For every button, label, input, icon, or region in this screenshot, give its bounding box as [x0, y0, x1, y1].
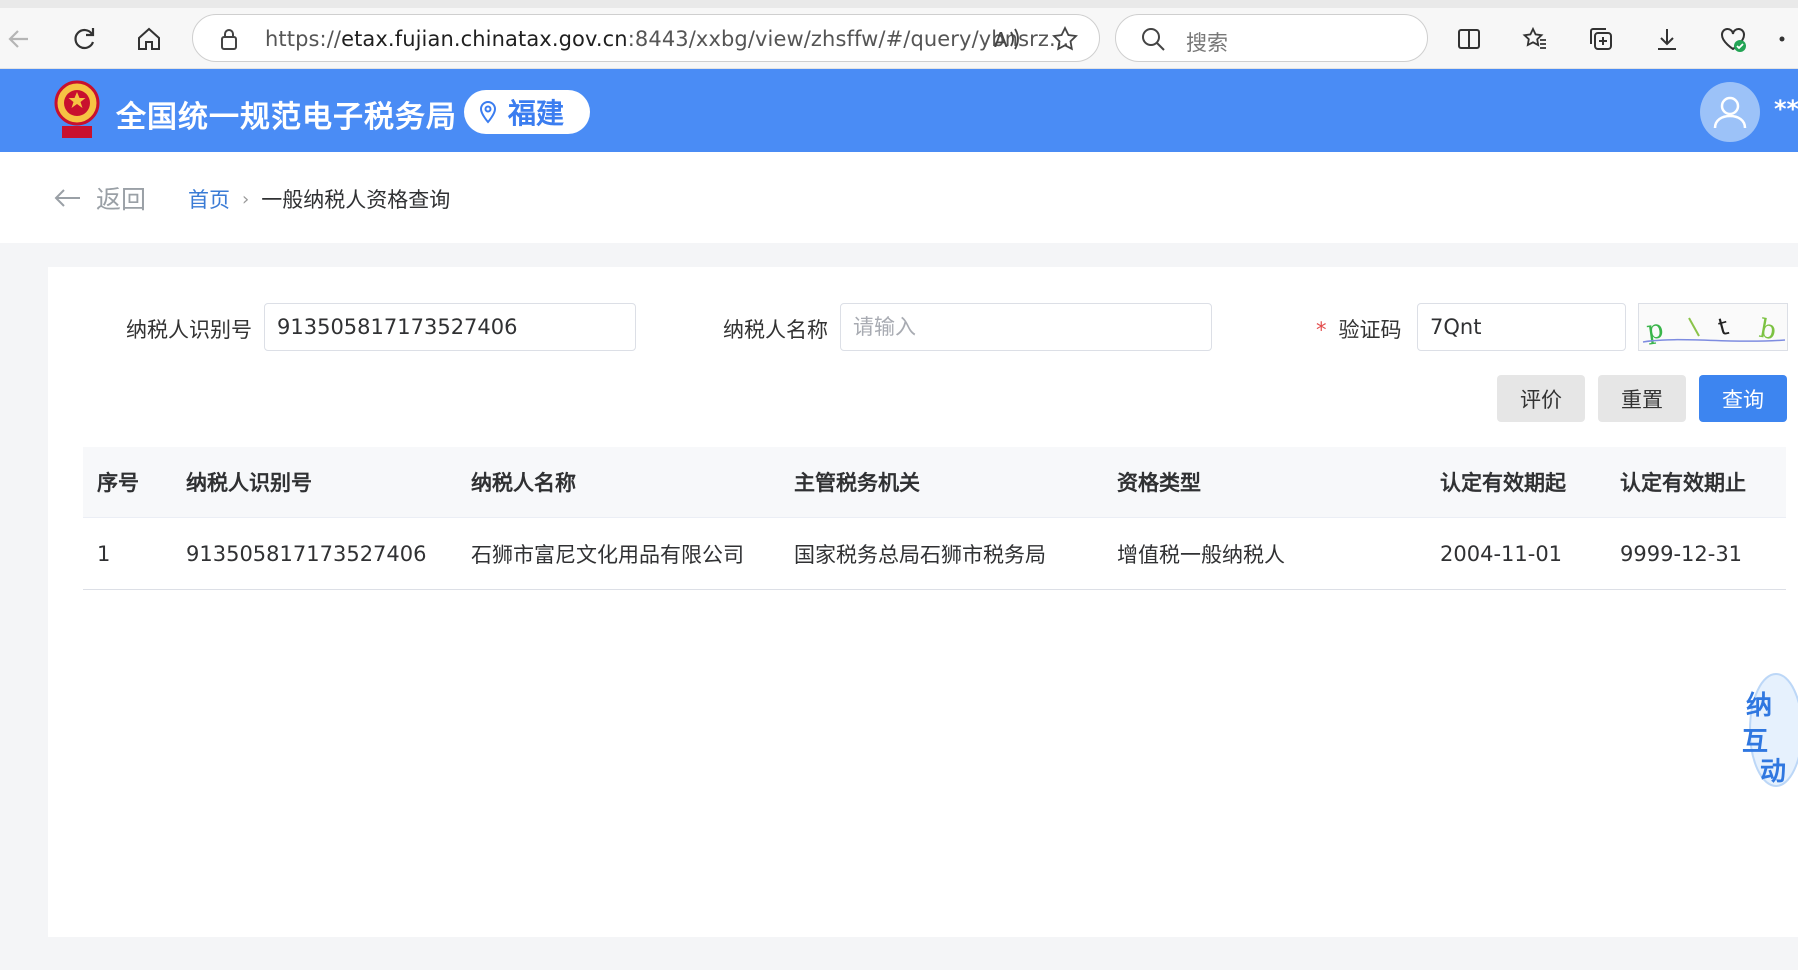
svg-text:纳: 纳	[1746, 690, 1772, 721]
location-pin-icon	[479, 100, 497, 124]
query-panel	[48, 267, 1798, 937]
tax-emblem-logo	[52, 78, 102, 142]
home-icon[interactable]	[132, 22, 166, 56]
favorite-star-icon[interactable]	[1051, 25, 1079, 57]
back-arrow-icon[interactable]	[2, 22, 36, 56]
col-header-taxpayer-name: 纳税人名称	[471, 471, 576, 495]
search-placeholder: 搜索	[1186, 31, 1228, 55]
user-icon	[1713, 96, 1747, 129]
site-title: 全国统一规范电子税务局	[116, 100, 457, 135]
back-label: 返回	[96, 185, 147, 214]
cell-valid-to: 9999-12-31	[1620, 541, 1743, 566]
tax-interaction-widget[interactable]: 纳 互 动	[1738, 668, 1798, 788]
collections-icon[interactable]	[1584, 22, 1618, 56]
user-name[interactable]: **	[1774, 95, 1798, 123]
svg-text:t: t	[1715, 312, 1731, 341]
col-header-index: 序号	[97, 471, 139, 495]
svg-text:动: 动	[1760, 757, 1786, 787]
breadcrumb-current: 一般纳税人资格查询	[261, 188, 451, 212]
cell-tax-authority: 国家税务总局石狮市税务局	[794, 542, 1046, 567]
table-row: 1 913505817173527406 石狮市富尼文化用品有限公司 国家税务总…	[83, 518, 1786, 590]
evaluate-button[interactable]: 评价	[1497, 375, 1585, 422]
search-icon	[1140, 26, 1166, 56]
breadcrumb: 首页 › 一般纳税人资格查询	[188, 184, 450, 214]
captcha-input[interactable]	[1417, 303, 1626, 351]
reset-button[interactable]: 重置	[1598, 375, 1686, 422]
lock-icon[interactable]	[219, 27, 239, 55]
taxpayer-id-input[interactable]	[264, 303, 636, 351]
back-button[interactable]: 返回	[52, 180, 146, 216]
captcha-image[interactable]: p t b	[1638, 303, 1788, 351]
col-header-qualification-type: 资格类型	[1117, 471, 1201, 495]
user-avatar[interactable]	[1700, 82, 1760, 142]
refresh-icon[interactable]	[67, 22, 101, 56]
taxpayer-name-label: 纳税人名称	[723, 318, 828, 342]
back-arrow-icon	[54, 189, 80, 207]
tab-strip	[0, 0, 1798, 8]
taxpayer-id-label: 纳税人识别号	[126, 318, 252, 342]
captcha-label: * 验证码	[1316, 314, 1402, 344]
breadcrumb-separator: ›	[242, 188, 250, 210]
table-header: 序号 纳税人识别号 纳税人名称 主管税务机关 资格类型 认定有效期起 认定有效期…	[83, 447, 1786, 518]
url-text: https://etax.fujian.chinatax.gov.cn:8443…	[265, 27, 1070, 51]
cell-qualification-type: 增值税一般纳税人	[1117, 542, 1285, 567]
cell-valid-from: 2004-11-01	[1440, 541, 1563, 566]
more-menu-icon[interactable]	[1770, 22, 1794, 56]
svg-text:A: A	[994, 28, 1008, 52]
browser-essentials-icon[interactable]	[1716, 22, 1750, 56]
cell-index: 1	[97, 541, 111, 566]
captcha-label-text: 验证码	[1338, 318, 1402, 342]
address-bar[interactable]: https://etax.fujian.chinatax.gov.cn:8443…	[192, 14, 1100, 62]
browser-search-box[interactable]: 搜索	[1115, 14, 1428, 62]
breadcrumb-home-link[interactable]: 首页	[188, 184, 230, 214]
favorites-icon[interactable]	[1518, 22, 1552, 56]
download-icon[interactable]	[1650, 22, 1684, 56]
read-aloud-icon[interactable]: A	[993, 26, 1021, 56]
col-header-valid-to: 认定有效期止	[1620, 471, 1746, 495]
svg-text:互: 互	[1742, 727, 1768, 757]
region-label: 福建	[508, 97, 565, 130]
required-mark: *	[1316, 318, 1327, 342]
split-screen-icon[interactable]	[1452, 22, 1486, 56]
col-header-taxpayer-id: 纳税人识别号	[186, 471, 312, 495]
col-header-valid-from: 认定有效期起	[1440, 471, 1566, 495]
cell-taxpayer-name: 石狮市富尼文化用品有限公司	[471, 542, 744, 567]
taxpayer-name-input[interactable]	[840, 303, 1212, 351]
query-button[interactable]: 查询	[1699, 375, 1787, 422]
cell-taxpayer-id: 913505817173527406	[186, 541, 427, 566]
browser-toolbar: https://etax.fujian.chinatax.gov.cn:8443…	[0, 0, 1798, 69]
region-selector[interactable]: 福建	[464, 90, 590, 134]
col-header-tax-authority: 主管税务机关	[794, 471, 920, 495]
